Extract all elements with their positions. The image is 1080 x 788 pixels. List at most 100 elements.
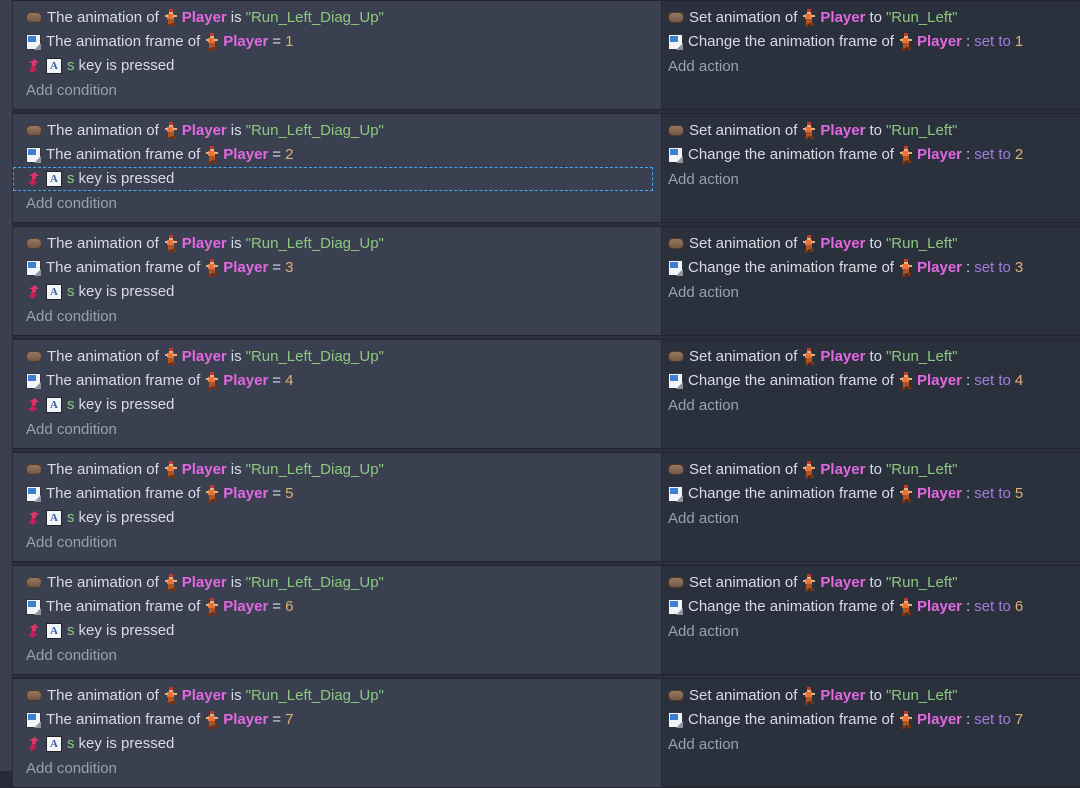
condition-row[interactable]: The animation of Player is "Run_Left_Diag_U… — [13, 571, 661, 595]
condition-row[interactable]: The animation of Player is "Run_Left_Diag_U… — [13, 458, 661, 482]
conditions-column[interactable]: The animation of Player is "Run_Left_Diag_U… — [13, 227, 662, 335]
action-row[interactable]: Change the animation frame of Player: set … — [662, 369, 1080, 393]
player-sprite-icon — [205, 146, 219, 164]
event-gutter[interactable] — [0, 0, 13, 771]
actions-column[interactable]: Set animation of Player to "Run_Left" Change… — [662, 227, 1080, 335]
condition-row[interactable]: The animation of Player is "Run_Left_Diag_U… — [13, 345, 661, 369]
add-condition-button[interactable]: Add condition — [13, 643, 661, 667]
condition-row[interactable]: The animation frame of Player = 6 — [13, 595, 661, 619]
add-condition-button[interactable]: Add condition — [13, 78, 661, 102]
action-row[interactable]: Change the animation frame of Player: set … — [662, 143, 1080, 167]
add-action-button[interactable]: Add action — [662, 506, 1080, 530]
token-string: "Run_Left" — [885, 235, 958, 252]
event-row[interactable]: The animation of Player is "Run_Left_Diag_U… — [13, 113, 1080, 223]
token-plain: = — [272, 485, 282, 502]
event-row[interactable]: The animation of Player is "Run_Left_Diag_U… — [13, 678, 1080, 788]
token-object: Player — [223, 259, 269, 276]
add-condition-button[interactable]: Add condition — [13, 191, 661, 215]
token-plain: is — [230, 574, 242, 591]
action-row[interactable]: Change the animation frame of Player: set … — [662, 708, 1080, 732]
condition-row[interactable]: The animation frame of Player = 2 — [13, 143, 661, 167]
condition-row[interactable]: As key is pressed — [13, 732, 661, 756]
add-action-button[interactable]: Add action — [662, 393, 1080, 417]
condition-row[interactable]: The animation of Player is "Run_Left_Diag_U… — [13, 6, 661, 30]
token-number: 1 — [1014, 33, 1024, 50]
condition-row[interactable]: As key is pressed — [13, 393, 661, 417]
actions-column[interactable]: Set animation of Player to "Run_Left" Change… — [662, 453, 1080, 561]
condition-row[interactable]: As key is pressed — [13, 506, 661, 530]
token-plain: : — [966, 711, 971, 728]
condition-row[interactable]: The animation frame of Player = 4 — [13, 369, 661, 393]
condition-row[interactable]: The animation of Player is "Run_Left_Diag_U… — [13, 232, 661, 256]
token-object: Player — [181, 348, 227, 365]
conditions-column[interactable]: The animation of Player is "Run_Left_Diag_U… — [13, 453, 662, 561]
actions-column[interactable]: Set animation of Player to "Run_Left" Change… — [662, 566, 1080, 674]
animation-icon — [26, 690, 42, 701]
event-row[interactable]: The animation of Player is "Run_Left_Diag_U… — [13, 226, 1080, 336]
event-row[interactable]: The animation of Player is "Run_Left_Diag_U… — [13, 0, 1080, 110]
token-object: Player — [916, 711, 963, 728]
condition-row[interactable]: As key is pressed — [13, 167, 653, 191]
action-row[interactable]: Change the animation frame of Player: set … — [662, 30, 1080, 54]
action-row[interactable]: Set animation of Player to "Run_Left" — [662, 345, 1080, 369]
token-object: Player — [820, 235, 866, 252]
action-row[interactable]: Change the animation frame of Player: set … — [662, 256, 1080, 280]
action-row[interactable]: Change the animation frame of Player: set … — [662, 595, 1080, 619]
token-number: 2 — [1014, 146, 1024, 163]
player-sprite-icon — [802, 9, 816, 27]
add-action-button[interactable]: Add action — [662, 619, 1080, 643]
keyboard-event-icon — [26, 58, 41, 74]
action-row[interactable]: Set animation of Player to "Run_Left" — [662, 684, 1080, 708]
conditions-column[interactable]: The animation of Player is "Run_Left_Diag_U… — [13, 340, 662, 448]
condition-row[interactable]: As key is pressed — [13, 280, 661, 304]
event-row[interactable]: The animation of Player is "Run_Left_Diag_U… — [13, 565, 1080, 675]
conditions-column[interactable]: The animation of Player is "Run_Left_Diag_U… — [13, 114, 662, 222]
conditions-column[interactable]: The animation of Player is "Run_Left_Diag_U… — [13, 1, 662, 109]
token-plain: The animation of — [47, 687, 159, 704]
actions-column[interactable]: Set animation of Player to "Run_Left" Change… — [662, 114, 1080, 222]
event-row[interactable]: The animation of Player is "Run_Left_Diag_U… — [13, 452, 1080, 562]
event-row[interactable]: The animation of Player is "Run_Left_Diag_U… — [13, 339, 1080, 449]
add-action-button[interactable]: Add action — [662, 280, 1080, 304]
animation-frame-icon — [668, 373, 683, 389]
keycap-icon: A — [46, 171, 62, 187]
action-row[interactable]: Change the animation frame of Player: set … — [662, 482, 1080, 506]
action-row[interactable]: Set animation of Player to "Run_Left" — [662, 232, 1080, 256]
add-condition-button[interactable]: Add condition — [13, 530, 661, 554]
player-sprite-icon — [899, 598, 913, 616]
condition-row[interactable]: The animation of Player is "Run_Left_Diag_U… — [13, 684, 661, 708]
token-string: "Run_Left_Diag_Up" — [245, 235, 384, 252]
token-object: Player — [181, 687, 227, 704]
add-action-button[interactable]: Add action — [662, 54, 1080, 78]
token-plain: The animation frame of — [46, 485, 201, 502]
condition-row[interactable]: As key is pressed — [13, 54, 661, 78]
keyboard-event-icon — [26, 284, 41, 300]
add-condition-button[interactable]: Add condition — [13, 304, 661, 328]
token-object: Player — [916, 259, 963, 276]
token-plain: Change the animation frame of — [688, 33, 894, 50]
add-action-button[interactable]: Add action — [662, 732, 1080, 756]
condition-row[interactable]: As key is pressed — [13, 619, 661, 643]
add-action-button[interactable]: Add action — [662, 167, 1080, 191]
action-row[interactable]: Set animation of Player to "Run_Left" — [662, 119, 1080, 143]
action-row[interactable]: Set animation of Player to "Run_Left" — [662, 6, 1080, 30]
condition-row[interactable]: The animation of Player is "Run_Left_Diag_U… — [13, 119, 661, 143]
condition-row[interactable]: The animation frame of Player = 7 — [13, 708, 661, 732]
keyboard-event-icon — [26, 623, 41, 639]
token-string: "Run_Left" — [885, 348, 958, 365]
animation-icon — [668, 690, 684, 701]
actions-column[interactable]: Set animation of Player to "Run_Left" Change… — [662, 340, 1080, 448]
token-key: s — [67, 170, 75, 187]
token-plain: Change the animation frame of — [688, 711, 894, 728]
conditions-column[interactable]: The animation of Player is "Run_Left_Diag_U… — [13, 566, 662, 674]
action-row[interactable]: Set animation of Player to "Run_Left" — [662, 571, 1080, 595]
token-plain: is — [230, 9, 242, 26]
token-plain: to — [869, 9, 882, 26]
condition-row[interactable]: The animation frame of Player = 1 — [13, 30, 661, 54]
add-condition-button[interactable]: Add condition — [13, 756, 661, 780]
action-row[interactable]: Set animation of Player to "Run_Left" — [662, 458, 1080, 482]
actions-column[interactable]: Set animation of Player to "Run_Left" Change… — [662, 1, 1080, 109]
add-condition-button[interactable]: Add condition — [13, 417, 661, 441]
condition-row[interactable]: The animation frame of Player = 3 — [13, 256, 661, 280]
condition-row[interactable]: The animation frame of Player = 5 — [13, 482, 661, 506]
